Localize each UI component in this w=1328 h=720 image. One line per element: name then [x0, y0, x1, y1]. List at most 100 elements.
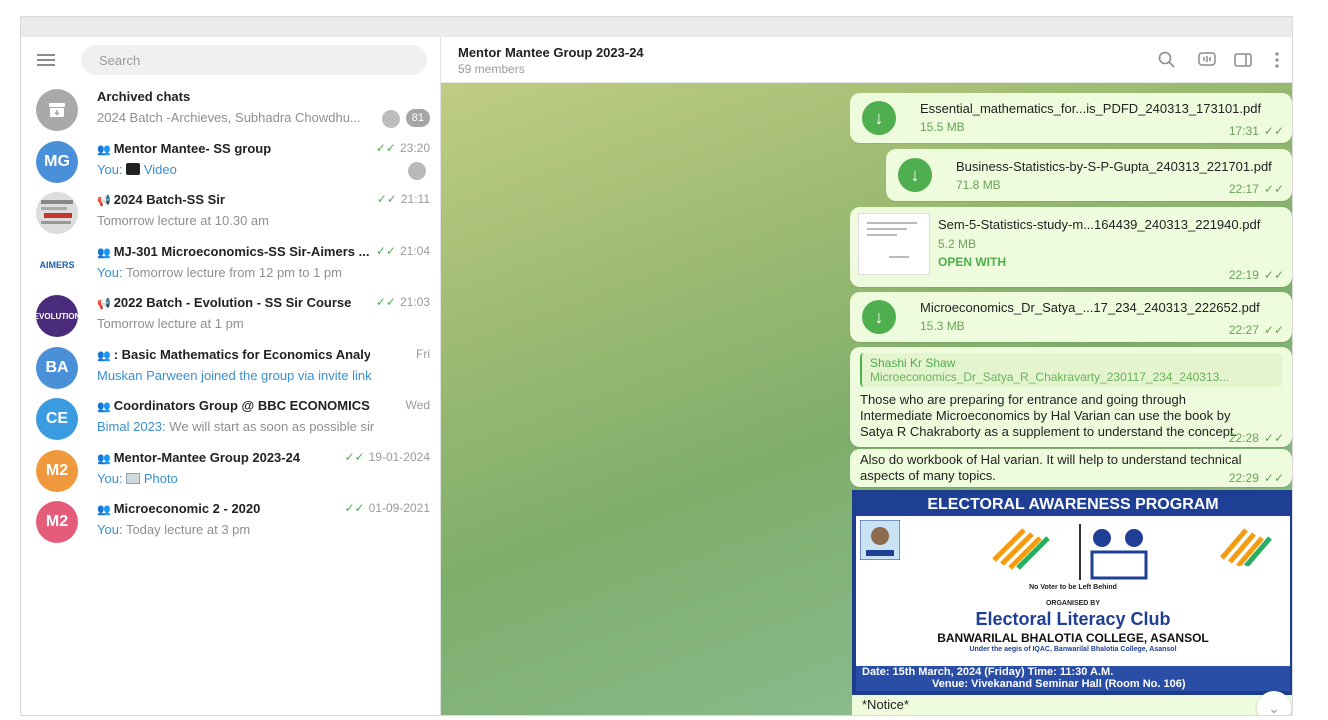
text-message[interactable]: Also do workbook of Hal varian. It will … — [850, 449, 1292, 487]
chat-title-text: 2022 Batch - Evolution - SS Sir Course — [113, 295, 352, 310]
avatar: BA — [36, 346, 78, 389]
message-line: Also do workbook of Hal varian. It will … — [860, 452, 1242, 467]
chat-item[interactable]: BA 👥: Basic Mathematics for Economics An… — [21, 341, 440, 393]
chat-title: 👥: Basic Mathematics for Economics Analy… — [97, 347, 370, 362]
message-time: 22:19 ✓✓ — [1229, 268, 1284, 282]
time-text: 17:31 — [1228, 124, 1259, 138]
chat-title: 👥 Microeconomic 2 - 2020 — [97, 501, 370, 516]
channel-icon: 📢 — [97, 298, 111, 310]
time-text: 21:04 — [399, 243, 430, 258]
double-check-icon: ✓✓ — [344, 449, 365, 464]
voice-chat-icon[interactable] — [1197, 50, 1217, 70]
voter-illustration-icon — [984, 520, 1176, 584]
avatar: M2 — [36, 449, 78, 492]
unread-badge: 81 — [405, 109, 430, 127]
sender-label: You: — [97, 161, 123, 177]
thumb-line — [867, 228, 907, 230]
double-check-icon: ✓✓ — [1263, 323, 1284, 337]
chat-preview: You: Tomorrow lecture from 12 pm to 1 pm — [97, 265, 380, 280]
thumb-line — [867, 222, 917, 224]
sender-label: You: — [97, 522, 123, 537]
more-options-icon[interactable] — [1267, 50, 1287, 70]
download-icon[interactable]: ↓ — [898, 158, 932, 192]
time-text: 21:03 — [399, 295, 430, 309]
chat-title: 📢 2024 Batch-SS Sir — [97, 192, 370, 207]
chat-item[interactable]: MG 👥 Mentor Mantee- SS group ✓✓ 23:20 You:… — [21, 135, 440, 187]
chat-title-text: Coordinators Group @ BBC ECONOMICS — [113, 398, 370, 413]
chat-title-text: Mentor Mantee- SS group — [113, 140, 272, 156]
search-input[interactable]: Search — [81, 45, 427, 75]
file-message[interactable]: ↓ Essential_mathematics_for...is_PDFD_24… — [850, 93, 1292, 143]
file-size: 5.2 MB — [938, 237, 977, 251]
video-icon — [126, 162, 141, 175]
file-message[interactable]: Sem-5-Statistics-study-m...164439_240313… — [850, 207, 1292, 287]
conversation-header[interactable]: Mentor Mantee Group 2023-24 59 members — [441, 37, 1292, 83]
double-check-icon: ✓✓ — [375, 140, 396, 155]
file-message[interactable]: ↓ Microeconomics_Dr_Satya_...17_234_2403… — [850, 292, 1292, 342]
time-text: 21:11 — [400, 192, 430, 206]
download-icon[interactable]: ↓ — [862, 300, 896, 334]
file-name: Microeconomics_Dr_Satya_...17_234_240313… — [920, 300, 1260, 315]
notice-message[interactable]: *Notice* — [852, 695, 1292, 715]
chat-item-archived[interactable]: Archived chats 2024 Batch -Archieves, Su… — [21, 83, 440, 135]
poster-image[interactable]: ELECTORAL AWARENESS PROGRAM No Voter to … — [852, 490, 1292, 695]
chat-item[interactable]: EVOLUTION 📢2022 Batch - Evolution - SS S… — [21, 289, 440, 341]
poster-title: ELECTORAL AWARENESS PROGRAM — [856, 494, 1290, 516]
preview-text: Photo — [143, 470, 178, 486]
time-text: 01-09-2021 — [368, 501, 430, 515]
chat-item[interactable]: M2 👥 Mentor-Mantee Group 2023-24 ✓✓ 19-01-… — [21, 444, 440, 496]
photo-icon — [126, 472, 141, 484]
preview-text: Video — [143, 161, 177, 177]
download-icon[interactable]: ↓ — [862, 101, 896, 135]
file-size: 15.3 MB — [920, 319, 965, 333]
chat-preview: Tomorrow lecture at 1 pm — [97, 316, 244, 331]
chat-title-text: 2024 Batch-SS Sir — [113, 192, 225, 207]
chat-title: 👥 Mentor Mantee- SS group — [97, 141, 370, 156]
text-message[interactable]: Shashi Kr Shaw Microeconomics_Dr_Satya_R… — [850, 347, 1292, 447]
time-text: 22:29 — [1228, 471, 1259, 485]
chat-title: 👥 Mentor-Mantee Group 2023-24 — [97, 450, 370, 465]
chat-title-text: MJ-301 Microeconomics-SS Sir-Aimers ... — [113, 243, 370, 259]
chat-item[interactable]: AIMERS 👥 MJ-301 Microeconomics-SS Sir-Aim… — [21, 238, 440, 290]
chat-title: 📢 2022 Batch - Evolution - SS Sir Course — [97, 295, 370, 310]
avatar: EVOLUTION — [36, 295, 78, 337]
reply-preview[interactable]: Shashi Kr Shaw Microeconomics_Dr_Satya_R… — [860, 353, 1282, 387]
poster-aegis: Under the aegis of IQAC, Banwarilal Bhal… — [969, 646, 1177, 653]
open-with-button[interactable]: OPEN WITH — [938, 255, 1006, 269]
avatar: MG — [36, 140, 78, 183]
message-line: Those who are preparing for entrance and… — [860, 392, 1186, 407]
avatar: AIMERS — [36, 243, 78, 286]
sidebar-toggle-icon[interactable] — [1233, 50, 1253, 70]
thumb-line — [867, 234, 897, 236]
poster-college: BANWARILAL BHALOTIA COLLEGE, ASANSOL — [937, 631, 1209, 645]
hamburger-menu-icon[interactable] — [37, 54, 55, 66]
college-logo-icon — [860, 520, 900, 560]
poster-date: Date: 15th March, 2024 (Friday) Time: 11… — [862, 666, 1114, 678]
chat-title: 👥 Coordinators Group @ BBC ECONOMICS — [97, 398, 370, 413]
app-window: Search Archived chats 2024 Batch -Archie… — [20, 16, 1293, 716]
chat-title-text: Microeconomic 2 - 2020 — [113, 501, 261, 516]
file-size: 71.8 MB — [956, 178, 1001, 192]
search-icon[interactable] — [1157, 50, 1177, 70]
chat-item[interactable]: CE 👥 Coordinators Group @ BBC ECONOMICS W… — [21, 392, 440, 444]
member-count: 59 members — [458, 62, 525, 76]
poster-organised-by: ORGANISED BY — [1045, 600, 1101, 607]
time-text: 22:19 — [1228, 268, 1259, 282]
conversation-title: Mentor Mantee Group 2023-24 — [458, 45, 644, 60]
file-message[interactable]: ↓ Business-Statistics-by-S-P-Gupta_24031… — [886, 149, 1292, 201]
chat-item[interactable]: 📢 2024 Batch-SS Sir ✓✓ 21:11 Tomorrow lect… — [21, 186, 440, 238]
sender-label: Bimal 2023: — [97, 419, 166, 434]
chat-time: ✓✓ 21:11 — [377, 192, 430, 206]
chat-preview: 2024 Batch -Archieves, Subhadra Chowdhu.… — [97, 110, 361, 125]
title-strip — [21, 17, 1292, 37]
reply-text: Microeconomics_Dr_Satya_R_Chakravarty_23… — [870, 370, 1230, 384]
pin-icon — [382, 110, 400, 128]
sidebar-header: Search — [21, 37, 440, 83]
chat-title: Archived chats — [97, 89, 191, 104]
chat-list-sidebar: Search Archived chats 2024 Batch -Archie… — [21, 37, 441, 715]
chat-item[interactable]: M2 👥 Microeconomic 2 - 2020 ✓✓ 01-09-2021 … — [21, 495, 440, 547]
chat-preview: You: Photo — [97, 471, 380, 486]
chat-time: ✓✓ 19-01-2024 — [345, 450, 431, 464]
document-thumbnail[interactable] — [858, 213, 930, 275]
file-name: Essential_mathematics_for...is_PDFD_2403… — [920, 101, 1262, 116]
